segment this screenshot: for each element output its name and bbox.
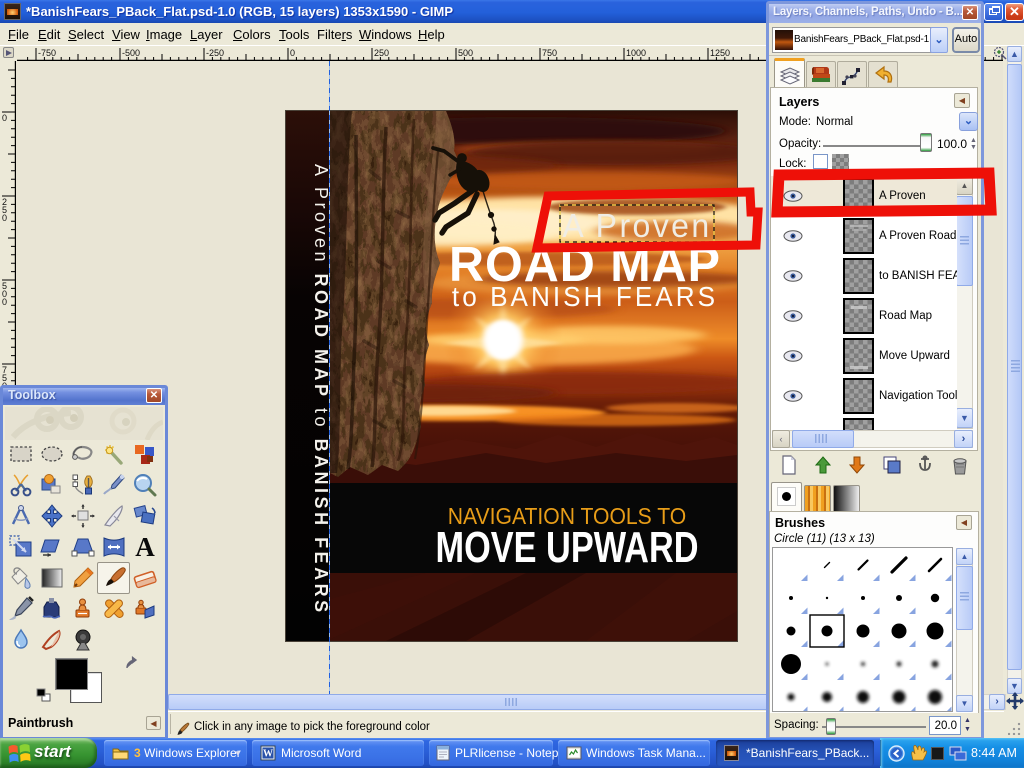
- svg-text:W: W: [263, 749, 273, 760]
